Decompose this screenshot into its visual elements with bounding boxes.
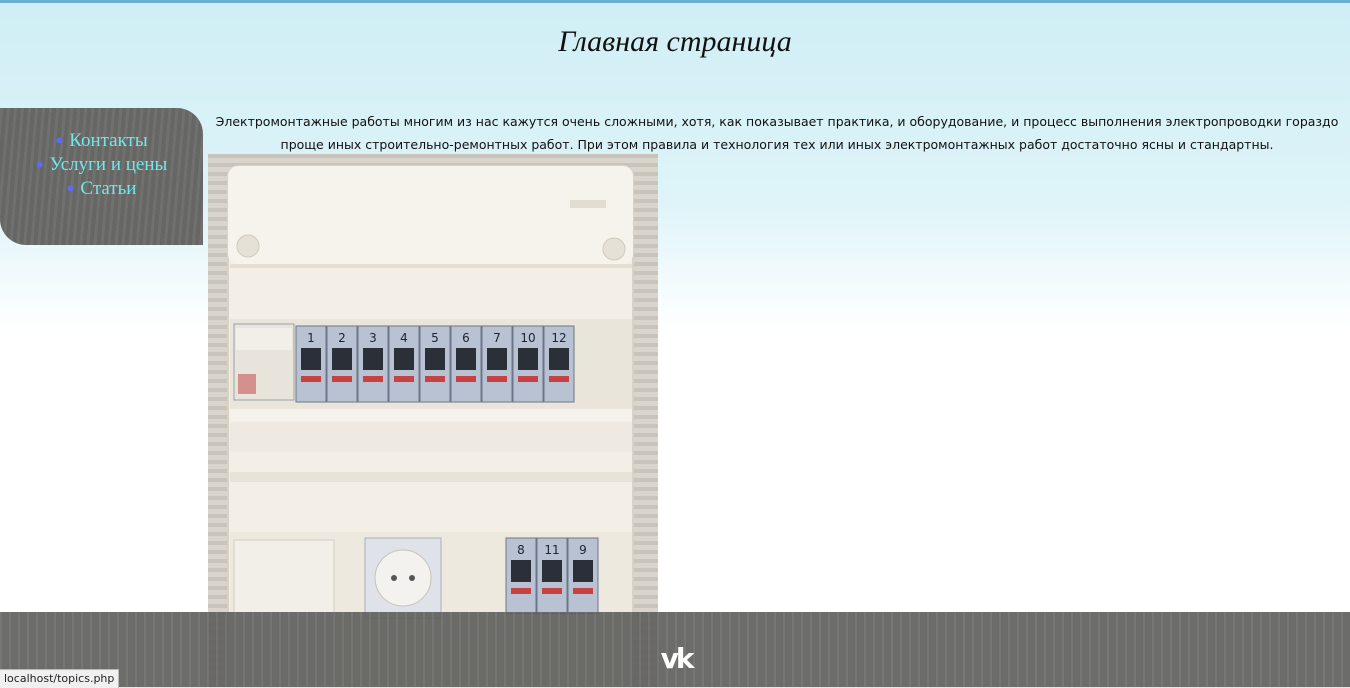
breaker-label: 6 bbox=[462, 331, 470, 345]
menu-item-articles: ● Статьи bbox=[0, 176, 203, 200]
menu-link-services[interactable]: Услуги и цены bbox=[50, 154, 168, 175]
menu-link-contacts[interactable]: Контакты bbox=[69, 130, 147, 151]
breaker-label: 8 bbox=[517, 543, 525, 557]
bottom-breakers: 8 11 9 bbox=[505, 537, 599, 615]
breaker-label: 7 bbox=[493, 331, 501, 345]
menu-link-articles[interactable]: Статьи bbox=[80, 178, 136, 199]
breaker-label: 2 bbox=[338, 331, 346, 345]
breaker-label: 12 bbox=[551, 331, 566, 345]
breaker-label: 11 bbox=[544, 543, 559, 557]
bullet-icon: ● bbox=[66, 180, 75, 195]
breaker-label: 9 bbox=[579, 543, 587, 557]
vk-icon[interactable]: vk bbox=[652, 643, 700, 675]
menu-item-contacts: ● Контакты bbox=[0, 128, 203, 152]
electrical-panel-photo: 1 2 3 4 5 6 7 10 12 8 11 9 bbox=[208, 154, 658, 687]
top-breakers: 1 2 3 4 5 6 7 10 12 bbox=[233, 323, 575, 403]
top-border bbox=[0, 0, 1350, 3]
breaker-label: 4 bbox=[400, 331, 408, 345]
breaker-label: 1 bbox=[307, 331, 315, 345]
intro-text: Электромонтажные работы многим из нас ка… bbox=[215, 114, 1339, 152]
breaker-label: 3 bbox=[369, 331, 377, 345]
bullet-icon: ● bbox=[55, 132, 64, 147]
electrical-panel-illustration: 1 2 3 4 5 6 7 10 12 8 11 9 bbox=[227, 165, 634, 687]
page-title: Главная страница bbox=[558, 25, 792, 58]
sidebar-menu: ● Контакты ● Услуги и цены ● Статьи bbox=[0, 108, 203, 245]
menu-list: ● Контакты ● Услуги и цены ● Статьи bbox=[0, 108, 203, 200]
menu-item-services: ● Услуги и цены bbox=[0, 152, 203, 176]
status-bar-url: localhost/topics.php bbox=[0, 669, 120, 688]
breaker-label: 10 bbox=[520, 331, 535, 345]
bullet-icon: ● bbox=[35, 156, 44, 171]
breaker-label: 5 bbox=[431, 331, 439, 345]
